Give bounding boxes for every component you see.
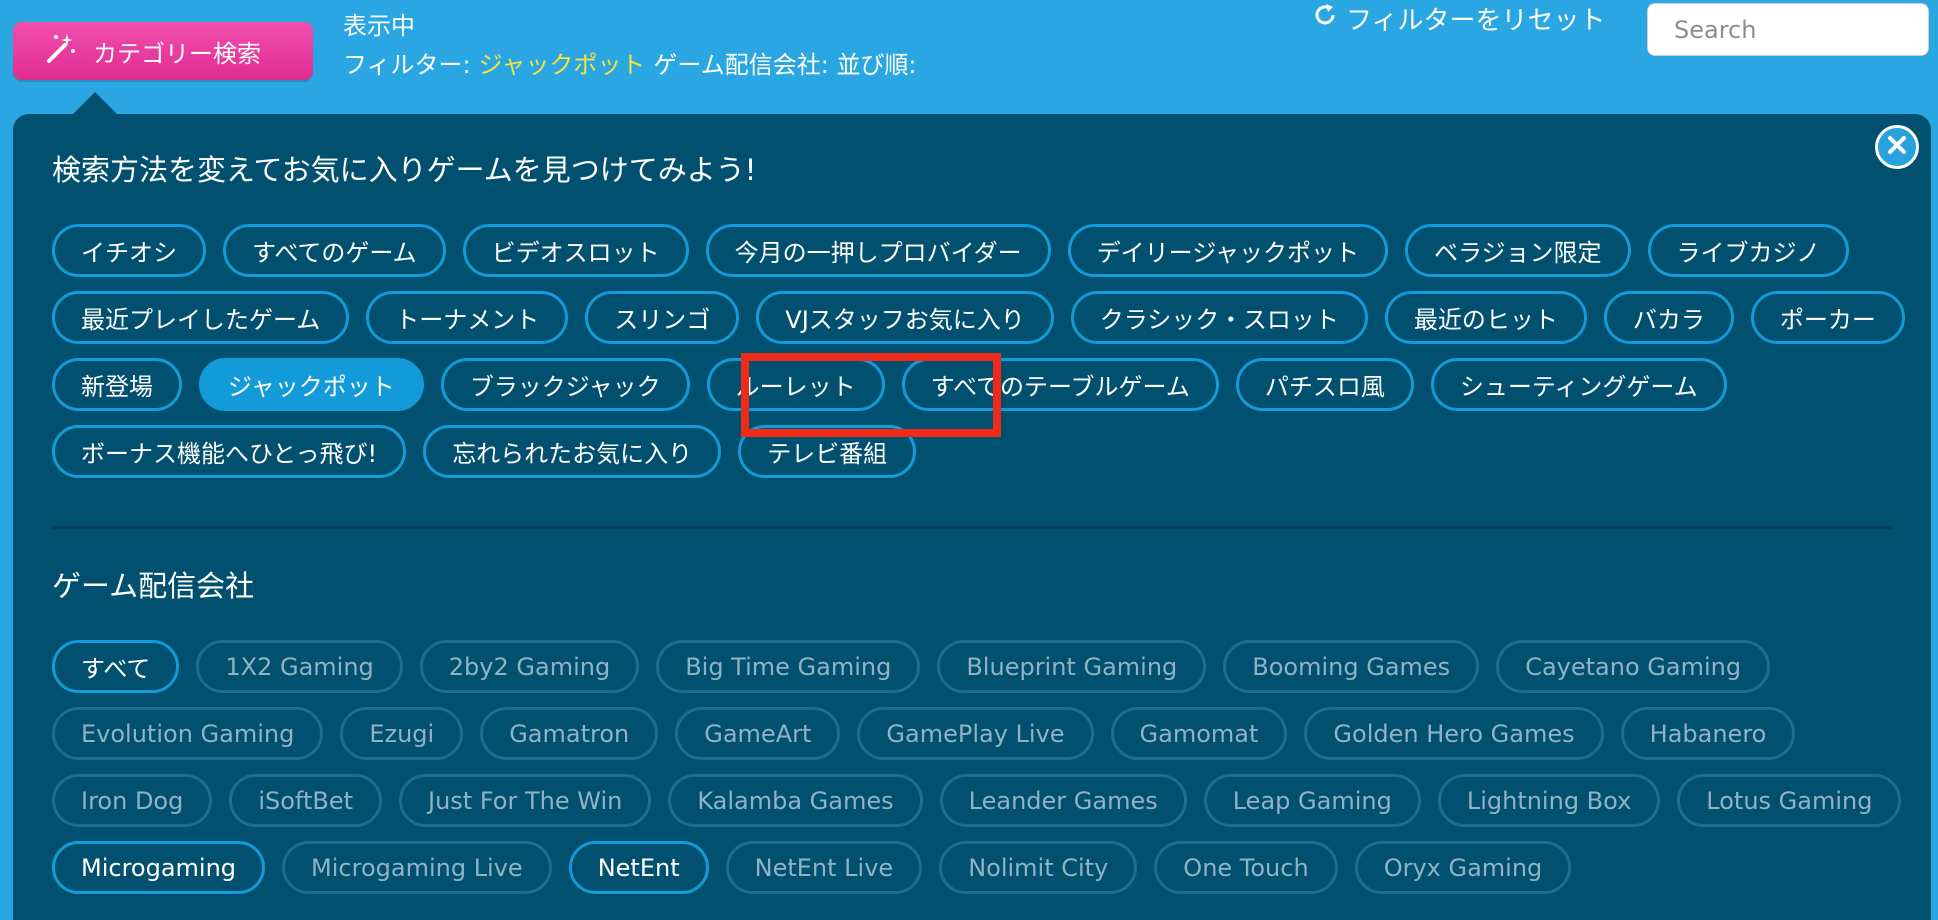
provider-chip[interactable]: Oryx Gaming <box>1354 841 1572 894</box>
panel-title: 検索方法を変えてお気に入りゲームを見つけてみよう! <box>52 153 757 187</box>
provider-chip[interactable]: Ezugi <box>340 707 464 760</box>
category-chip[interactable]: 最近プレイしたゲーム <box>52 291 350 344</box>
category-chip[interactable]: ポーカー <box>1750 291 1905 344</box>
category-chip[interactable]: パチスロ風 <box>1235 358 1414 411</box>
provider-chip[interactable]: Lightning Box <box>1437 774 1661 827</box>
provider-chip[interactable]: Gamomat <box>1110 707 1288 760</box>
category-chip[interactable]: すべてのゲーム <box>223 224 446 277</box>
category-chip[interactable]: デイリージャックポット <box>1067 224 1389 277</box>
provider-chip[interactable]: Booming Games <box>1223 640 1480 693</box>
provider-chip-list: すべて 1X2 Gaming 2by2 Gaming Big Time Gaming B… <box>52 640 1912 894</box>
provider-chip[interactable]: One Touch <box>1154 841 1338 894</box>
provider-chip[interactable]: Lotus Gaming <box>1677 774 1902 827</box>
provider-label: ゲーム配信会社: <box>653 51 829 79</box>
category-search-label: カテゴリー検索 <box>93 39 261 68</box>
category-chip[interactable]: イチオシ <box>52 224 206 277</box>
provider-chip[interactable]: すべて <box>52 640 180 693</box>
reset-filters-label: フィルターをリセット <box>1346 6 1606 36</box>
magic-wand-icon <box>43 31 77 71</box>
category-chip[interactable]: ベラジョン限定 <box>1405 224 1631 277</box>
category-chip-list: イチオシ すべてのゲーム ビデオスロット 今月の一押しプロバイダー デイリージャックポッ… <box>52 224 1912 478</box>
category-search-button[interactable]: カテゴリー検索 <box>13 22 313 80</box>
provider-chip[interactable]: Big Time Gaming <box>656 640 921 693</box>
provider-section-title: ゲーム配信会社 <box>52 569 255 603</box>
category-chip[interactable]: クラシック・スロット <box>1070 291 1368 344</box>
provider-chip[interactable]: GamePlay Live <box>857 707 1094 760</box>
provider-chip[interactable]: Nolimit City <box>939 841 1138 894</box>
provider-chip[interactable]: Just For The Win <box>399 774 652 827</box>
category-chip[interactable]: ブラックジャック <box>440 358 690 411</box>
filter-value: ジャックポット <box>478 51 646 79</box>
provider-chip[interactable]: 2by2 Gaming <box>419 640 640 693</box>
close-icon <box>1886 134 1908 160</box>
category-chip[interactable]: シューティングゲーム <box>1430 358 1727 411</box>
active-filters-summary: フィルター: ジャックポット ゲーム配信会社: 並び順: <box>343 45 917 80</box>
close-panel-button[interactable] <box>1875 125 1919 169</box>
provider-chip[interactable]: Gamatron <box>480 707 659 760</box>
provider-chip[interactable]: NetEnt Live <box>725 841 923 894</box>
status-label: 表示中 <box>343 12 415 40</box>
category-chip[interactable]: 最近のヒット <box>1384 291 1587 344</box>
provider-chip[interactable]: Leander Games <box>939 774 1187 827</box>
provider-chip[interactable]: iSoftBet <box>229 774 383 827</box>
reset-filters-link[interactable]: フィルターをリセット <box>1312 0 1605 37</box>
category-chip[interactable]: バカラ <box>1603 291 1734 344</box>
category-chip[interactable]: 今月の一押しプロバイダー <box>705 224 1051 277</box>
annotation-highlight <box>741 353 1001 437</box>
refresh-icon <box>1312 2 1338 35</box>
panel-pointer <box>73 92 117 114</box>
search-input[interactable] <box>1647 3 1929 56</box>
category-chip[interactable]: VJスタッフお気に入り <box>756 291 1054 344</box>
provider-chip[interactable]: Iron Dog <box>52 774 213 827</box>
provider-chip[interactable]: Evolution Gaming <box>52 707 324 760</box>
provider-chip[interactable]: Kalamba Games <box>668 774 923 827</box>
provider-chip[interactable]: Golden Hero Games <box>1304 707 1604 760</box>
category-chip[interactable]: ジャックポット <box>199 358 424 411</box>
provider-chip[interactable]: Habanero <box>1620 707 1796 760</box>
filter-label: フィルター: <box>343 51 471 79</box>
category-chip[interactable]: ビデオスロット <box>462 224 689 277</box>
sort-label: 並び順: <box>836 51 917 79</box>
provider-chip[interactable]: Cayetano Gaming <box>1496 640 1771 693</box>
category-chip[interactable]: ボーナス機能へひとっ飛び! <box>52 425 407 478</box>
category-chip[interactable]: トーナメント <box>366 291 569 344</box>
category-chip[interactable]: スリンゴ <box>585 291 740 344</box>
provider-chip[interactable]: Microgaming <box>52 841 266 894</box>
provider-chip[interactable]: 1X2 Gaming <box>196 640 403 693</box>
category-chip[interactable]: ライブカジノ <box>1647 224 1850 277</box>
divider <box>52 526 1892 529</box>
category-chip[interactable]: 新登場 <box>52 358 182 411</box>
provider-chip[interactable]: Blueprint Gaming <box>937 640 1207 693</box>
category-chip[interactable]: 忘れられたお気に入り <box>423 425 722 478</box>
provider-chip[interactable]: Microgaming Live <box>282 841 552 894</box>
provider-chip[interactable]: Leap Gaming <box>1203 774 1421 827</box>
provider-chip[interactable]: GameArt <box>675 707 841 760</box>
provider-chip[interactable]: NetEnt <box>568 841 709 894</box>
